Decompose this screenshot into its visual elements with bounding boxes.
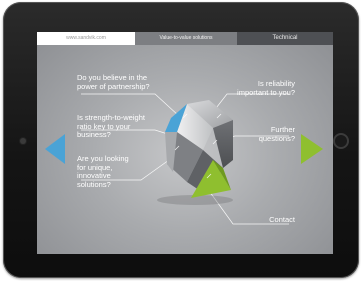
arrow-right-icon[interactable] [299,132,325,166]
question-reliability[interactable]: Is reliability important to you? [235,79,295,97]
question-unique[interactable]: Are you looking for unique, innovative s… [77,154,135,189]
contact-link[interactable]: Contact [255,215,295,225]
nav-active-tab[interactable]: Value-to-value solutions [135,32,237,45]
tablet-device: www.sandvik.com Value-to-value solutions… [3,2,359,278]
question-partnership[interactable]: Do you believe in the power of partnersh… [77,73,159,91]
question-further[interactable]: Further questions? [251,125,295,143]
nav-url-tab[interactable]: www.sandvik.com [37,32,135,45]
top-navigation: www.sandvik.com Value-to-value solutions… [37,32,333,45]
camera-dot [20,138,26,144]
app-screen: www.sandvik.com Value-to-value solutions… [37,32,333,254]
arrow-left-icon[interactable] [43,132,67,166]
question-strength[interactable]: Is strength-to-weight ratio key to your … [77,113,145,140]
nav-technical-tab[interactable]: Technical [237,32,333,45]
polyhedron [165,100,233,198]
home-button[interactable] [333,133,349,149]
